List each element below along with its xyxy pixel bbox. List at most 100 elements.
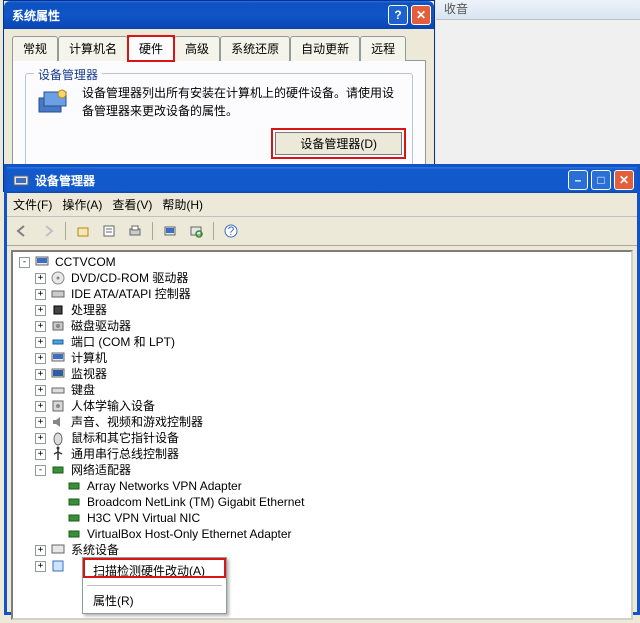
tree-category-label: 鼠标和其它指针设备 <box>69 430 181 446</box>
system-icon <box>50 542 66 558</box>
tree-category[interactable]: + 系统设备 <box>35 542 631 558</box>
expand-toggle[interactable]: + <box>35 433 46 444</box>
tab-hardware[interactable]: 硬件 <box>128 36 174 61</box>
minimize-button[interactable]: – <box>568 170 588 190</box>
tree-device[interactable]: H3C VPN Virtual NIC <box>51 510 631 526</box>
tree-device-label: Broadcom NetLink (TM) Gigabit Ethernet <box>85 494 306 510</box>
tree-category[interactable]: + 监视器 <box>35 366 631 382</box>
tree-device-label: VirtualBox Host-Only Ethernet Adapter <box>85 526 294 542</box>
print-icon[interactable] <box>124 220 146 242</box>
device-manager-icon <box>36 84 72 120</box>
ctx-scan-hardware[interactable]: 扫描检测硬件改动(A) <box>83 558 226 583</box>
computer-root-icon <box>34 254 50 270</box>
group-description: 设备管理器列出所有安装在计算机上的硬件设备。请使用设备管理器来更改设备的属性。 <box>82 84 402 120</box>
tree-category[interactable]: + 声音、视频和游戏控制器 <box>35 414 631 430</box>
close-button[interactable]: ✕ <box>614 170 634 190</box>
hid-icon <box>50 398 66 414</box>
expand-toggle[interactable]: + <box>35 561 46 572</box>
devmgr-titlebar[interactable]: 设备管理器 – □ ✕ <box>7 167 637 193</box>
properties-icon[interactable] <box>98 220 120 242</box>
help-button[interactable]: ? <box>388 5 408 25</box>
expand-toggle[interactable]: + <box>35 401 46 412</box>
nic-icon <box>66 510 82 526</box>
expand-toggle[interactable]: + <box>35 417 46 428</box>
tree-category-label: IDE ATA/ATAPI 控制器 <box>69 286 193 302</box>
tree-device-label: H3C VPN Virtual NIC <box>85 510 202 526</box>
menu-view[interactable]: 查看(V) <box>112 196 152 213</box>
tab-advanced[interactable]: 高级 <box>174 36 220 61</box>
help-icon[interactable]: ? <box>220 220 242 242</box>
svg-text:?: ? <box>228 224 235 238</box>
tab-remote[interactable]: 远程 <box>360 36 406 61</box>
sysprops-title: 系统属性 <box>12 7 388 24</box>
tree-category[interactable]: +DVD/CD-ROM 驱动器 <box>35 270 631 286</box>
devmgr-title: 设备管理器 <box>35 172 568 189</box>
expand-toggle[interactable]: - <box>35 465 46 476</box>
tree-category-label: 处理器 <box>69 302 109 318</box>
close-button[interactable]: ✕ <box>411 5 431 25</box>
expand-toggle[interactable]: + <box>35 449 46 460</box>
tree-category[interactable]: + 计算机 <box>35 350 631 366</box>
tree-category[interactable]: + IDE ATA/ATAPI 控制器 <box>35 286 631 302</box>
disk-icon <box>50 318 66 334</box>
up-icon[interactable] <box>72 220 94 242</box>
port-icon <box>50 334 66 350</box>
tab-general[interactable]: 常规 <box>12 36 58 61</box>
ide-icon <box>50 286 66 302</box>
background-window-body <box>436 20 640 164</box>
scan-icon[interactable] <box>185 220 207 242</box>
tree-category[interactable]: + 处理器 <box>35 302 631 318</box>
nic-icon <box>66 478 82 494</box>
toolbar-separator <box>65 222 66 240</box>
tree-device[interactable]: Array Networks VPN Adapter <box>51 478 631 494</box>
menu-action[interactable]: 操作(A) <box>62 196 102 213</box>
sysprops-tabstrip: 常规 计算机名 硬件 高级 系统还原 自动更新 远程 <box>4 29 434 60</box>
ctx-properties[interactable]: 属性(R) <box>83 588 226 613</box>
refresh-icon[interactable] <box>159 220 181 242</box>
tree-category[interactable]: -网络适配器Array Networks VPN AdapterBroadcom… <box>35 462 631 542</box>
tree-category[interactable]: + 鼠标和其它指针设备 <box>35 430 631 446</box>
expand-toggle[interactable]: + <box>35 289 46 300</box>
expand-toggle[interactable]: + <box>35 273 46 284</box>
expand-toggle[interactable]: + <box>35 321 46 332</box>
tree-device[interactable]: VirtualBox Host-Only Ethernet Adapter <box>51 526 631 542</box>
collapse-toggle[interactable]: - <box>19 257 30 268</box>
expand-toggle[interactable]: + <box>35 369 46 380</box>
tree-category[interactable]: + 端口 (COM 和 LPT) <box>35 334 631 350</box>
tab-computer-name[interactable]: 计算机名 <box>58 36 128 61</box>
tree-category-label: 声音、视频和游戏控制器 <box>69 414 205 430</box>
tree-category[interactable]: + 磁盘驱动器 <box>35 318 631 334</box>
context-menu: 扫描检测硬件改动(A) 属性(R) <box>82 557 227 614</box>
tab-system-restore[interactable]: 系统还原 <box>220 36 290 61</box>
tree-category[interactable]: +键盘 <box>35 382 631 398</box>
expand-toggle[interactable]: + <box>35 545 46 556</box>
back-icon[interactable] <box>11 220 33 242</box>
usb-icon <box>50 446 66 462</box>
sysprops-titlebar[interactable]: 系统属性 ? ✕ <box>4 1 434 29</box>
tab-auto-update[interactable]: 自动更新 <box>290 36 360 61</box>
expand-toggle[interactable]: + <box>35 305 46 316</box>
tree-device[interactable]: Broadcom NetLink (TM) Gigabit Ethernet <box>51 494 631 510</box>
tree-category-label: 监视器 <box>69 366 109 382</box>
tree-category-label: 通用串行总线控制器 <box>69 446 181 462</box>
menu-help[interactable]: 帮助(H) <box>162 196 203 213</box>
expand-toggle[interactable]: + <box>35 337 46 348</box>
expand-toggle[interactable]: + <box>35 353 46 364</box>
tree-root-node[interactable]: -CCTVCOM+DVD/CD-ROM 驱动器+IDE ATA/ATAPI 控制… <box>19 254 631 574</box>
tree-category-label: 磁盘驱动器 <box>69 318 133 334</box>
group-legend: 设备管理器 <box>34 66 102 83</box>
fwd-icon[interactable] <box>37 220 59 242</box>
ctx-separator <box>87 585 222 586</box>
tree-category-label: 端口 (COM 和 LPT) <box>69 334 177 350</box>
tree-category[interactable]: + 通用串行总线控制器 <box>35 446 631 462</box>
device-manager-button[interactable]: 设备管理器(D) <box>275 132 402 155</box>
maximize-button[interactable]: □ <box>591 170 611 190</box>
tree-category-label: 计算机 <box>69 350 109 366</box>
tree-category-label: 系统设备 <box>69 542 121 558</box>
tree-category[interactable]: +人体学输入设备 <box>35 398 631 414</box>
expand-toggle[interactable]: + <box>35 385 46 396</box>
menu-file[interactable]: 文件(F) <box>13 196 52 213</box>
disc-icon <box>50 270 66 286</box>
tree-root-label: CCTVCOM <box>53 254 118 270</box>
tree-device-label: Array Networks VPN Adapter <box>85 478 244 494</box>
